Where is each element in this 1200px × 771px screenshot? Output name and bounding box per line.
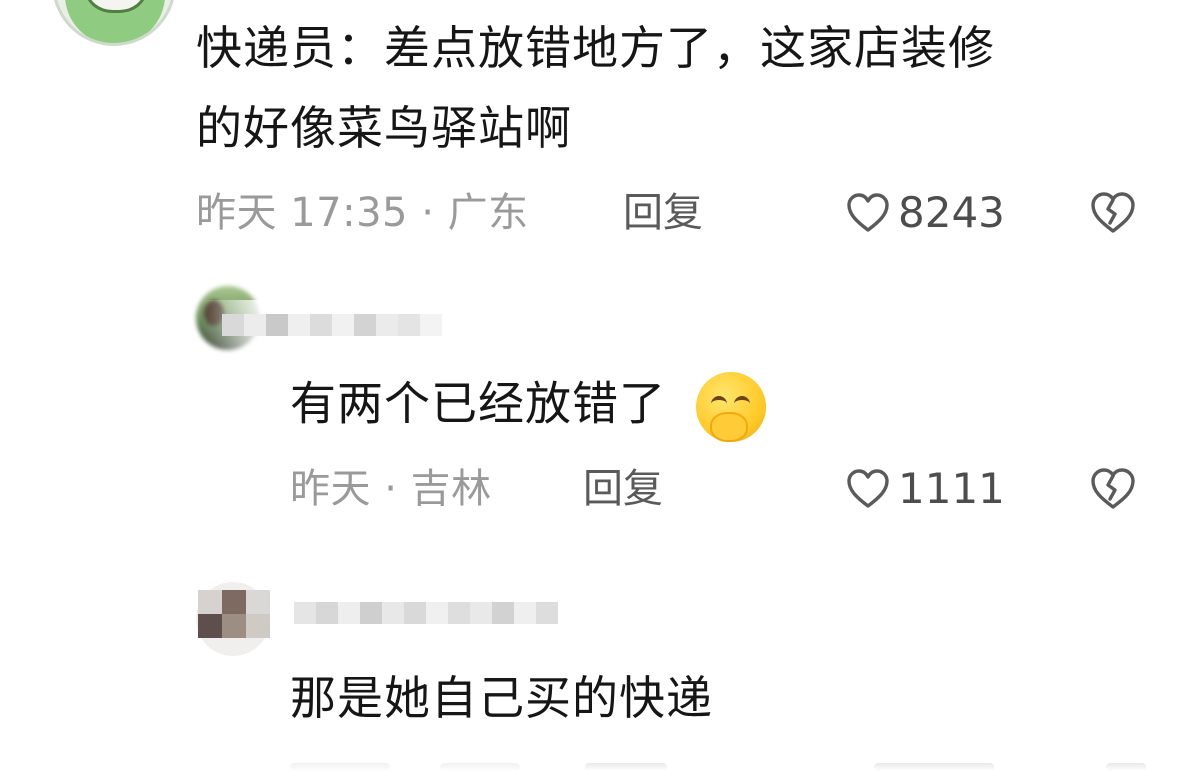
broken-heart-icon[interactable] — [1090, 192, 1136, 234]
main-comment-meta: 昨天 17:35 · 广东 — [196, 190, 529, 236]
main-comment-reply-button[interactable]: 回复 — [623, 190, 703, 236]
reply-2-author-mosaic — [294, 602, 558, 624]
heart-outline-icon — [846, 193, 890, 233]
heart-outline-icon — [846, 469, 890, 509]
reply-2-avatar-mosaic-2 — [198, 614, 270, 638]
main-comment-like-button[interactable]: 8243 — [846, 190, 1005, 236]
reply-2-text: 那是她自己买的快递 — [290, 671, 713, 725]
smiling-face-with-hand-over-mouth-emoji — [695, 372, 766, 442]
main-comment-text: 快递员：差点放错地方了，这家店装修 的好像菜鸟驿站啊 — [196, 8, 1166, 168]
reply-2-author-obscured — [168, 582, 588, 656]
broken-heart-icon[interactable] — [1090, 468, 1136, 510]
main-comment-like-count: 8243 — [898, 188, 1005, 237]
reply-1-like-button[interactable]: 1111 — [846, 466, 1005, 512]
main-comment-line-2: 的好像菜鸟驿站啊 — [196, 101, 572, 155]
bottom-fade — [0, 747, 1200, 771]
reply-1-like-count: 1111 — [898, 464, 1005, 513]
reply-2-avatar-mosaic — [198, 590, 270, 614]
main-comment-line-1: 快递员：差点放错地方了，这家店装修 — [196, 21, 995, 75]
reply-1-text-row: 有两个已经放错了 — [290, 372, 766, 442]
commenter-avatar[interactable] — [52, 0, 176, 46]
reply-1-author-mosaic — [222, 314, 442, 336]
reply-1-author-obscured — [202, 300, 742, 362]
reply-1-reply-button[interactable]: 回复 — [583, 466, 663, 512]
reply-1-meta: 昨天 · 吉林 — [290, 466, 492, 512]
reply-1-text: 有两个已经放错了 — [290, 376, 666, 431]
